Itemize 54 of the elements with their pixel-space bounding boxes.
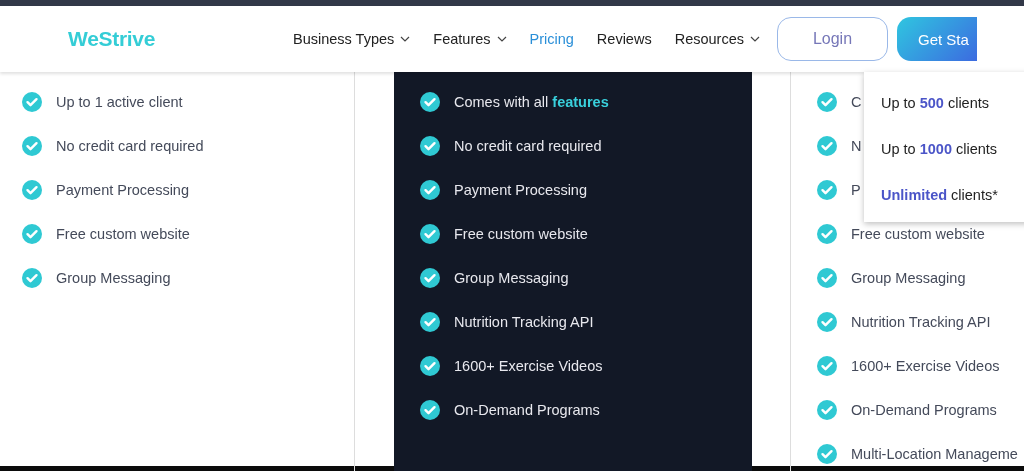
- check-icon: [420, 356, 440, 376]
- feature-text: Nutrition Tracking API: [454, 314, 594, 330]
- check-icon: [420, 180, 440, 200]
- feature-text: On-Demand Programs: [454, 402, 600, 418]
- check-icon: [817, 224, 837, 244]
- feature-text: Group Messaging: [454, 270, 569, 286]
- login-button[interactable]: Login: [776, 17, 888, 61]
- nav-link[interactable]: Pricing: [529, 31, 574, 47]
- check-icon: [22, 136, 42, 156]
- feature-text: Free custom website: [56, 226, 190, 242]
- feature-text: Multi-Location Manageme: [851, 446, 1018, 462]
- check-icon: [420, 136, 440, 156]
- check-icon: [817, 92, 837, 112]
- check-icon: [22, 92, 42, 112]
- feature-text: Up to 1 active client: [56, 94, 183, 110]
- check-icon: [22, 224, 42, 244]
- check-icon: [420, 268, 440, 288]
- check-icon: [420, 224, 440, 244]
- check-icon: [22, 180, 42, 200]
- menu-item[interactable]: Up to 500 clients: [864, 80, 1024, 126]
- feature-text: N: [851, 138, 862, 154]
- nav-link[interactable]: Features: [433, 31, 507, 47]
- get-started-button[interactable]: Get Sta: [896, 17, 977, 61]
- check-icon: [420, 92, 440, 112]
- feature-text: Nutrition Tracking API: [851, 314, 991, 330]
- feature-text: C: [851, 94, 862, 110]
- feature-text: P: [851, 182, 861, 198]
- menu-item[interactable]: Up to 1000 clients: [864, 126, 1024, 172]
- menu-item[interactable]: Unlimited clients*: [864, 172, 1024, 218]
- feature-text: On-Demand Programs: [851, 402, 997, 418]
- feature-text: No credit card required: [454, 138, 602, 154]
- check-icon: [817, 312, 837, 332]
- check-icon: [817, 180, 837, 200]
- nav-link[interactable]: Reviews: [596, 31, 652, 47]
- feature-text: Group Messaging: [851, 270, 966, 286]
- feature-text: Free custom website: [851, 226, 985, 242]
- feature-text: No credit card required: [56, 138, 204, 154]
- feature-text: Payment Processing: [56, 182, 189, 198]
- check-icon: [817, 444, 837, 464]
- feature-text: 1600+ Exercise Videos: [454, 358, 603, 374]
- check-icon: [817, 136, 837, 156]
- feature-text: Comes with all features: [454, 94, 609, 110]
- check-icon: [420, 312, 440, 332]
- nav-link[interactable]: Business Types: [293, 31, 411, 47]
- feature-text: 1600+ Exercise Videos: [851, 358, 1000, 374]
- nav-link[interactable]: Resources: [674, 31, 760, 47]
- feature-text: Payment Processing: [454, 182, 587, 198]
- check-icon: [817, 268, 837, 288]
- check-icon: [22, 268, 42, 288]
- check-icon: [817, 400, 837, 420]
- feature-text: Group Messaging: [56, 270, 171, 286]
- feature-text: Free custom website: [454, 226, 588, 242]
- check-icon: [817, 356, 837, 376]
- check-icon: [420, 400, 440, 420]
